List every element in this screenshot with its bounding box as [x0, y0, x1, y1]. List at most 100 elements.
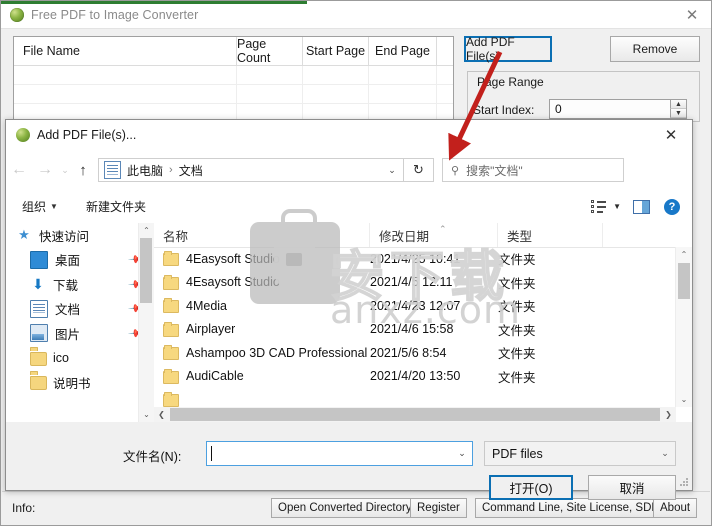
organize-label: 组织	[22, 200, 47, 214]
list-item[interactable]: Ashampoo 3D CAD Professional 8 2021/5/6 …	[154, 341, 676, 365]
start-index-stepper[interactable]: 0 ▲ ▼	[549, 99, 687, 119]
sidebar-item-ico[interactable]: ico	[6, 346, 154, 371]
sidebar-item-manual[interactable]: 说明书	[6, 370, 154, 395]
search-icon: ⚲	[451, 164, 460, 177]
filename-dropdown-icon[interactable]: ⌄	[452, 442, 472, 465]
command-line-site-license-sdk-button[interactable]: Command Line, Site License, SDK	[475, 498, 667, 518]
chevron-down-icon[interactable]: ⌄	[655, 442, 675, 465]
scroll-down-icon[interactable]: ⌄	[676, 392, 692, 407]
scroll-right-icon[interactable]: ❯	[661, 410, 676, 419]
open-button[interactable]: 打开(O)	[489, 475, 573, 500]
back-icon[interactable]: ←	[6, 157, 32, 183]
sidebar-item-label: ico	[53, 350, 69, 365]
folder-icon	[163, 321, 179, 337]
close-icon[interactable]: ✕	[683, 6, 701, 24]
titlebar-accent-bar	[1, 1, 307, 4]
scroll-up-icon[interactable]: ⌃	[139, 223, 154, 238]
scroll-down-icon[interactable]: ⌄	[139, 407, 154, 422]
sort-ascending-icon: ⌃	[439, 224, 447, 234]
navigation-sidebar: ★ 快速访问 桌面 📌 ⬇ 下载 📌 文档 📌 图片 📌 ico 说明书 ⌃ ⌄	[6, 223, 154, 422]
column-header-page-count[interactable]: Page Count	[237, 37, 303, 65]
scrollbar-thumb[interactable]	[140, 238, 152, 303]
scrollbar-thumb[interactable]	[678, 263, 690, 299]
text-cursor	[211, 446, 212, 461]
pdf-file-table[interactable]: File Name Page Count Start Page End Page	[13, 36, 454, 122]
dialog-close-icon[interactable]: ✕	[662, 126, 680, 144]
dialog-titlebar: Add PDF File(s)... ✕	[6, 120, 692, 150]
list-item[interactable]: Airplayer 2021/4/6 15:58 文件夹	[154, 318, 676, 342]
help-icon[interactable]: ?	[664, 198, 680, 215]
sidebar-item-quick-access[interactable]: ★ 快速访问	[6, 223, 154, 248]
file-name-cell: 4Easysoft Studio	[154, 251, 370, 267]
about-button[interactable]: About	[653, 498, 698, 518]
sidebar-item-pictures[interactable]: 图片 📌	[6, 321, 154, 346]
breadcrumb-separator-icon[interactable]: ›	[165, 164, 177, 176]
file-name-label: 文件名(N):	[123, 450, 182, 464]
column-header-file-name[interactable]: File Name	[14, 37, 237, 65]
sidebar-item-documents[interactable]: 文档 📌	[6, 297, 154, 322]
column-header-name[interactable]: 名称	[154, 223, 370, 247]
file-name-cell	[154, 392, 370, 407]
list-item[interactable]: 4Easysoft Studio 2021/4/25 10:41 文件夹	[154, 247, 676, 271]
remove-button[interactable]: Remove	[610, 36, 700, 62]
file-list-horizontal-scrollbar[interactable]: ❮ ❯	[154, 407, 676, 422]
change-view-icon[interactable]	[591, 200, 607, 213]
file-list-vertical-scrollbar[interactable]: ⌃ ⌄	[675, 247, 692, 407]
column-header-date-modified[interactable]: 修改日期	[370, 223, 498, 247]
sidebar-scrollbar[interactable]: ⌃ ⌄	[138, 223, 154, 422]
breadcrumb-this-pc[interactable]: 此电脑	[125, 162, 165, 179]
table-row[interactable]	[14, 85, 453, 104]
file-type-select[interactable]: PDF files ⌄	[484, 441, 676, 466]
list-item[interactable]	[154, 388, 676, 407]
stepper-down-icon[interactable]: ▼	[670, 109, 686, 118]
table-cell	[303, 85, 369, 103]
file-name-input[interactable]: ⌄	[206, 441, 473, 466]
column-header-start-page[interactable]: Start Page	[303, 37, 369, 65]
folder-icon	[163, 251, 179, 267]
recent-locations-icon[interactable]: ⌄	[58, 165, 72, 176]
file-name-cell: 4Media	[154, 298, 370, 314]
sidebar-item-desktop[interactable]: 桌面 📌	[6, 248, 154, 273]
file-name: AudiCable	[186, 369, 244, 384]
table-cell	[369, 85, 437, 103]
file-name-cell: Airplayer	[154, 321, 370, 337]
search-box[interactable]: ⚲ 搜索"文档"	[442, 158, 624, 182]
main-titlebar: Free PDF to Image Converter ✕	[1, 1, 711, 29]
preview-pane-icon[interactable]	[633, 199, 650, 214]
refresh-icon[interactable]: ↻	[404, 158, 434, 182]
up-icon[interactable]: ↑	[72, 157, 94, 183]
date-modified: 2021/4/25 10:41	[370, 251, 461, 266]
organize-menu[interactable]: 组织 ▼	[18, 198, 62, 215]
open-converted-directory-button[interactable]: Open Converted Directory	[271, 498, 419, 518]
new-folder-button[interactable]: 新建文件夹	[82, 198, 150, 215]
file-type: 文件夹	[498, 323, 536, 338]
scroll-up-icon[interactable]: ⌃	[676, 247, 692, 262]
sidebar-item-label: 图片	[55, 327, 81, 342]
star-icon: ★	[18, 227, 30, 243]
scroll-left-icon[interactable]: ❮	[154, 410, 169, 419]
scrollbar-thumb[interactable]	[170, 408, 660, 421]
list-item[interactable]: 4Media 2021/4/23 12:07 文件夹	[154, 294, 676, 318]
sidebar-item-label: 桌面	[55, 254, 81, 269]
view-chevron-down-icon[interactable]: ▼	[613, 202, 621, 211]
file-list-pane: 名称 修改日期 类型 ⌃ 4Easysoft Studio 2021/4/25 …	[154, 223, 692, 422]
breadcrumb-documents[interactable]: 文档	[177, 162, 205, 179]
table-row[interactable]	[14, 66, 453, 85]
address-dropdown-icon[interactable]: ⌄	[381, 159, 403, 181]
cancel-button[interactable]: 取消	[588, 475, 676, 500]
sidebar-item-downloads[interactable]: ⬇ 下载 📌	[6, 272, 154, 297]
stepper-buttons[interactable]: ▲ ▼	[670, 100, 686, 118]
column-header-type[interactable]: 类型	[498, 223, 603, 247]
file-name: Ashampoo 3D CAD Professional 8	[186, 345, 370, 360]
list-item[interactable]: AudiCable 2021/4/20 13:50 文件夹	[154, 365, 676, 389]
file-name: 4Media	[186, 298, 227, 313]
register-button[interactable]: Register	[410, 498, 467, 518]
column-header-end-page[interactable]: End Page	[369, 37, 437, 65]
forward-icon[interactable]: →	[32, 157, 58, 183]
stepper-up-icon[interactable]: ▲	[670, 100, 686, 109]
list-item[interactable]: 4Esaysoft Studio 2021/4/5 12:11 文件夹	[154, 271, 676, 295]
file-name-cell: 4Esaysoft Studio	[154, 274, 370, 290]
address-bar[interactable]: 此电脑 › 文档 ⌄	[98, 158, 404, 182]
add-pdf-files-button[interactable]: Add PDF File(s)	[464, 35, 552, 63]
resize-grip[interactable]	[679, 477, 689, 487]
